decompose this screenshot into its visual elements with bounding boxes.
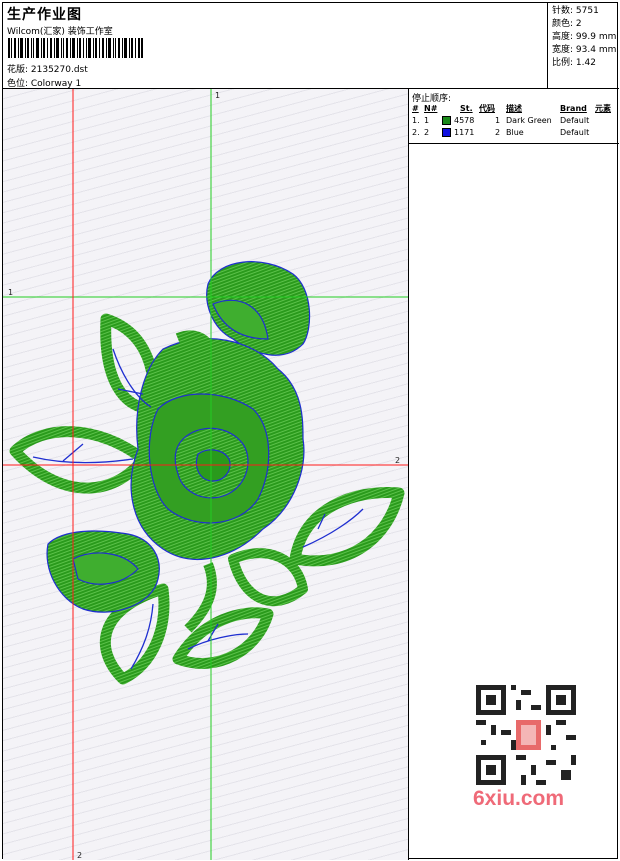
- guide-label-red-h: 2: [395, 456, 400, 465]
- table-row: 2. 2 1171 2 Blue Default: [412, 128, 590, 137]
- stat-colors: 颜色: 2: [552, 19, 582, 29]
- guide-label-green-v: 1: [215, 91, 220, 100]
- design-file-label: 花版: 2135270.dst: [7, 65, 88, 75]
- barcode: [8, 38, 143, 58]
- rose-main: [130, 330, 305, 560]
- stat-scale: 比例: 1.42: [552, 58, 596, 68]
- stat-width: 宽度: 93.4 mm: [552, 45, 617, 55]
- guide-label-green-h: 1: [8, 288, 13, 297]
- stat-height: 高度: 99.9 mm: [552, 32, 617, 42]
- embroidery-design: 1 1 2 2: [3, 89, 408, 860]
- page-title: 生产作业图: [7, 7, 82, 23]
- leaf-right: [289, 487, 405, 567]
- stat-stitches: 针数: 5751: [552, 6, 599, 16]
- watermark-logo: 6xiu.com: [473, 787, 565, 810]
- worksheet-header: 生产作业图 Wilcom(汇家) 装饰工作室 花版: 2135270.dst 色…: [3, 3, 549, 89]
- design-preview-canvas: 1 1 2 2: [3, 89, 409, 860]
- rose-bud-left: [46, 530, 160, 613]
- color-swatch: [442, 128, 451, 137]
- panel-divider: [409, 143, 619, 144]
- table-header: # N# St. 代码 描述 Brand 元素: [412, 104, 611, 113]
- guide-label-red-v: 2: [77, 851, 82, 860]
- stop-sequence-table: # N# St. 代码 描述 Brand 元素 1. 1 4578 1 Dark…: [409, 103, 619, 139]
- color-swatch: [442, 116, 451, 125]
- qr-code: [470, 680, 582, 790]
- table-row: 1. 1 4578 1 Dark Green Default: [412, 116, 590, 125]
- design-stats-box: 针数: 5751 颜色: 2 高度: 99.9 mm 宽度: 93.4 mm 比…: [547, 3, 618, 89]
- studio-name: Wilcom(汇家) 装饰工作室: [7, 27, 113, 37]
